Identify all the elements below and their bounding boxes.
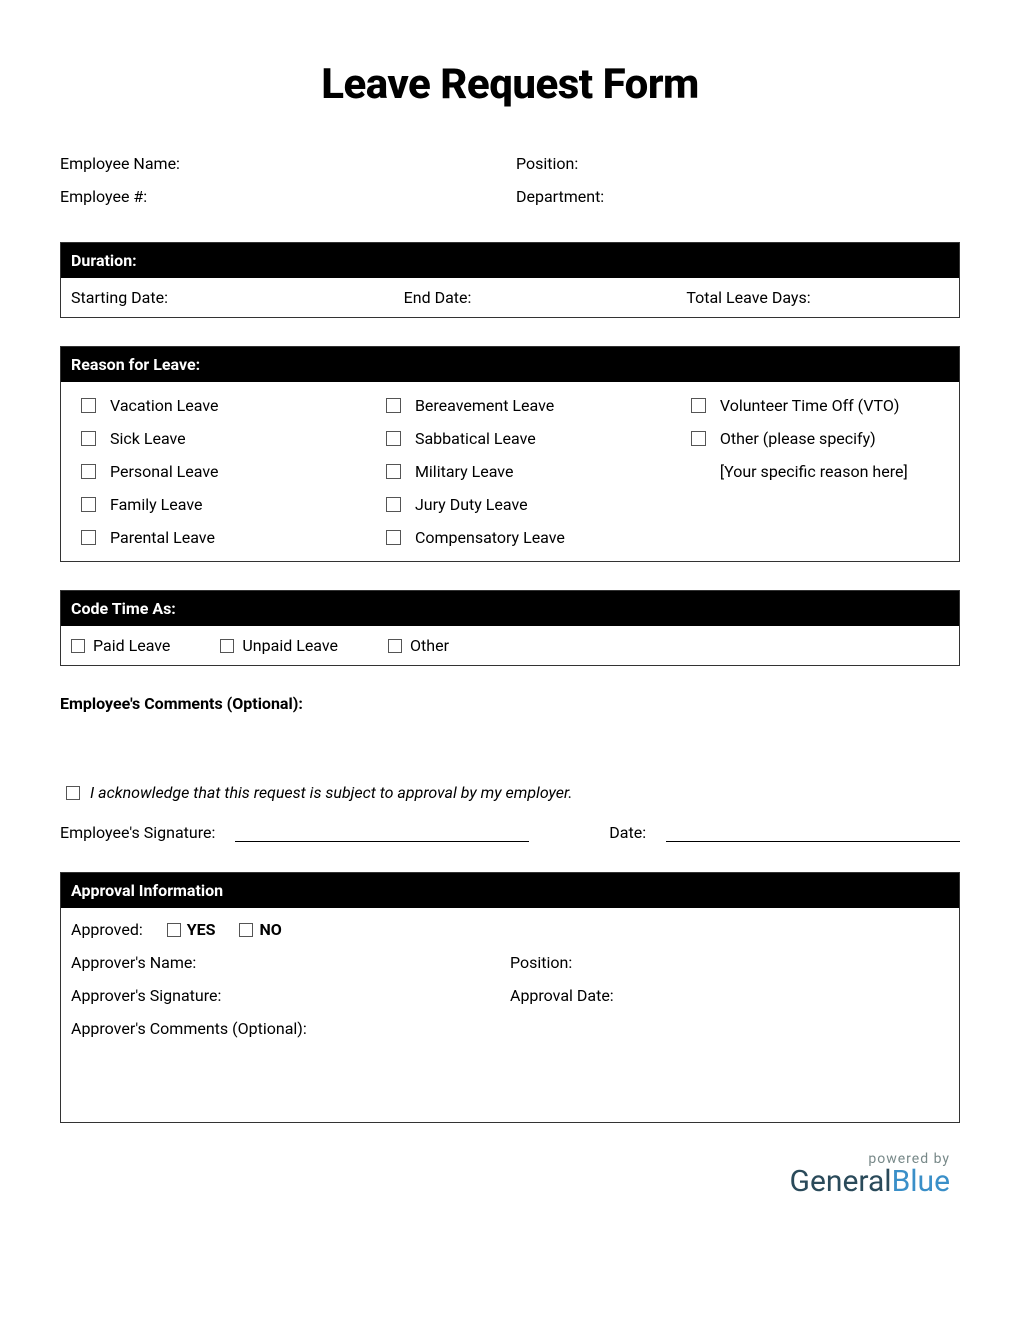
employee-signature-line[interactable]: [235, 820, 529, 842]
total-days-label: Total Leave Days:: [656, 288, 949, 307]
approval-section: Approval Information Approved: YES NO Ap…: [60, 872, 960, 1123]
starting-date-label: Starting Date:: [71, 288, 364, 307]
checkbox-icon[interactable]: [386, 398, 401, 413]
checkbox-icon[interactable]: [691, 431, 706, 446]
duration-header: Duration:: [61, 243, 959, 278]
checkbox-icon[interactable]: [220, 639, 234, 653]
approved-no: NO: [259, 920, 281, 939]
reason-label: Volunteer Time Off (VTO): [720, 396, 900, 415]
approval-date-label: Approval Date:: [510, 986, 949, 1005]
page-title: Leave Request Form: [60, 60, 960, 109]
reason-col-1: Vacation Leave Sick Leave Personal Leave…: [71, 396, 366, 547]
employee-comments-label: Employee's Comments (Optional):: [60, 694, 960, 713]
employee-signature-label: Employee's Signature:: [60, 823, 215, 842]
approver-name-label: Approver's Name:: [71, 953, 510, 972]
code-time-section: Code Time As: Paid Leave Unpaid Leave Ot…: [60, 590, 960, 666]
other-reason-placeholder[interactable]: [Your specific reason here]: [720, 462, 908, 481]
department-label: Department:: [510, 187, 960, 206]
code-option: Other: [410, 636, 449, 655]
checkbox-icon[interactable]: [81, 497, 96, 512]
position-label: Position:: [510, 154, 960, 173]
acknowledge-text: I acknowledge that this request is subje…: [90, 783, 572, 802]
checkbox-icon[interactable]: [691, 398, 706, 413]
checkbox-icon[interactable]: [66, 786, 80, 800]
checkbox-icon[interactable]: [386, 497, 401, 512]
checkbox-icon[interactable]: [388, 639, 402, 653]
approver-position-label: Position:: [510, 953, 949, 972]
footer: powered by GeneralBlue: [60, 1151, 960, 1197]
reason-label: Bereavement Leave: [415, 396, 554, 415]
approver-comments-label: Approver's Comments (Optional):: [71, 1019, 949, 1038]
reason-label: Compensatory Leave: [415, 528, 565, 547]
reason-label: Other (please specify): [720, 429, 876, 448]
code-option: Unpaid Leave: [242, 636, 338, 655]
approved-row: Approved: YES NO: [71, 920, 949, 939]
checkbox-icon[interactable]: [386, 431, 401, 446]
reason-col-2: Bereavement Leave Sabbatical Leave Milit…: [376, 396, 671, 547]
reason-col-3: Volunteer Time Off (VTO) Other (please s…: [681, 396, 949, 547]
approved-yes: YES: [187, 920, 216, 939]
checkbox-icon[interactable]: [81, 464, 96, 479]
reason-label: Family Leave: [110, 495, 202, 514]
end-date-label: End Date:: [364, 288, 657, 307]
reason-label: Jury Duty Leave: [415, 495, 528, 514]
employee-name-label: Employee Name:: [60, 154, 510, 173]
approved-label: Approved:: [71, 920, 143, 939]
signature-row: Employee's Signature: Date:: [60, 820, 960, 842]
reason-label: Sabbatical Leave: [415, 429, 536, 448]
employee-info: Employee Name: Position: Employee #: Dep…: [60, 154, 960, 206]
reason-label: Vacation Leave: [110, 396, 218, 415]
approval-header: Approval Information: [61, 873, 959, 908]
checkbox-icon[interactable]: [81, 398, 96, 413]
reason-label: Sick Leave: [110, 429, 186, 448]
code-option: Paid Leave: [93, 636, 170, 655]
checkbox-icon[interactable]: [386, 464, 401, 479]
reason-section: Reason for Leave: Vacation Leave Sick Le…: [60, 346, 960, 562]
employee-number-label: Employee #:: [60, 187, 510, 206]
signature-date-label: Date:: [549, 823, 646, 842]
checkbox-icon[interactable]: [239, 923, 253, 937]
reason-label: Military Leave: [415, 462, 514, 481]
reason-header: Reason for Leave:: [61, 347, 959, 382]
acknowledge-row: I acknowledge that this request is subje…: [66, 783, 960, 802]
checkbox-icon[interactable]: [71, 639, 85, 653]
approver-signature-label: Approver's Signature:: [71, 986, 510, 1005]
checkbox-icon[interactable]: [167, 923, 181, 937]
reason-label: Personal Leave: [110, 462, 219, 481]
checkbox-icon[interactable]: [81, 431, 96, 446]
checkbox-icon[interactable]: [81, 530, 96, 545]
checkbox-icon[interactable]: [386, 530, 401, 545]
generalblue-logo: GeneralBlue: [60, 1167, 950, 1197]
duration-section: Duration: Starting Date: End Date: Total…: [60, 242, 960, 318]
reason-label: Parental Leave: [110, 528, 215, 547]
code-time-header: Code Time As:: [61, 591, 959, 626]
signature-date-line[interactable]: [666, 820, 960, 842]
